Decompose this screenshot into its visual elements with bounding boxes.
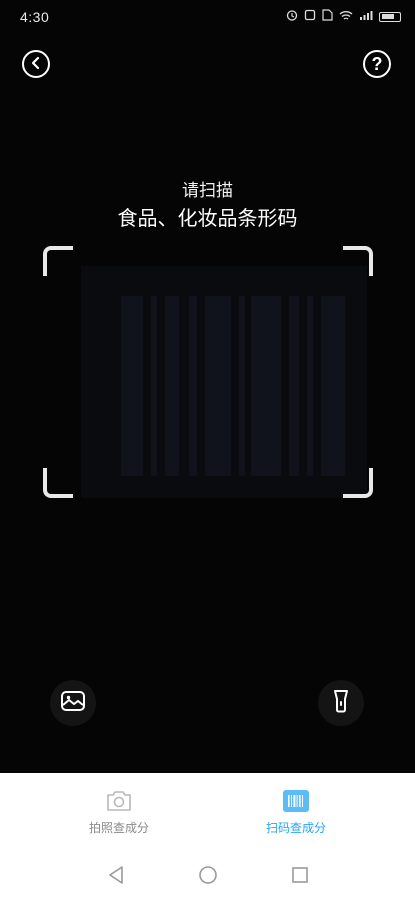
tab-photo-label: 拍照查成分	[88, 821, 149, 835]
help-button[interactable]: ?	[363, 50, 391, 78]
scan-hint-line2: 食品、化妆品条形码	[117, 206, 298, 230]
circle-home-icon	[198, 866, 217, 884]
status-time: 4:30	[20, 9, 50, 25]
tab-photo-ingredients[interactable]: 拍照查成分	[59, 789, 179, 836]
flashlight-button[interactable]	[318, 680, 364, 726]
bottom-panel: 拍照查成分 扫码查成分	[0, 773, 415, 900]
triangle-back-icon	[108, 866, 123, 884]
camera-icon	[105, 789, 133, 813]
nav-home-button[interactable]	[197, 864, 219, 886]
scan-corner-top-left	[43, 246, 73, 276]
scan-frame	[43, 246, 373, 498]
alarm-icon	[286, 9, 298, 25]
sim-icon	[322, 9, 333, 25]
signal-icon	[359, 10, 373, 25]
image-icon	[60, 690, 86, 716]
status-icons	[286, 9, 401, 25]
navigation-bar	[0, 850, 415, 900]
notification-icon	[304, 9, 316, 25]
square-recents-icon	[291, 867, 308, 883]
flashlight-icon	[332, 689, 350, 717]
scan-corner-bottom-left	[43, 468, 73, 498]
status-bar: 4:30	[0, 0, 415, 34]
barcode-image	[121, 296, 345, 476]
scan-corner-top-right	[343, 246, 373, 276]
nav-recents-button[interactable]	[289, 864, 311, 886]
album-button[interactable]	[50, 680, 96, 726]
nav-back-button[interactable]	[105, 864, 127, 886]
scan-hint-line1: 请扫描	[182, 181, 233, 201]
camera-preview	[81, 266, 367, 498]
scan-corner-bottom-right	[343, 468, 373, 498]
barcode-icon	[282, 789, 310, 813]
back-button[interactable]	[22, 50, 50, 78]
wifi-icon	[339, 10, 353, 25]
tab-barcode-label: 扫码查成分	[265, 821, 326, 835]
question-icon: ?	[371, 54, 383, 74]
chevron-left-icon	[30, 55, 42, 74]
tab-barcode-ingredients[interactable]: 扫码查成分	[236, 789, 356, 836]
battery-icon	[379, 12, 401, 22]
